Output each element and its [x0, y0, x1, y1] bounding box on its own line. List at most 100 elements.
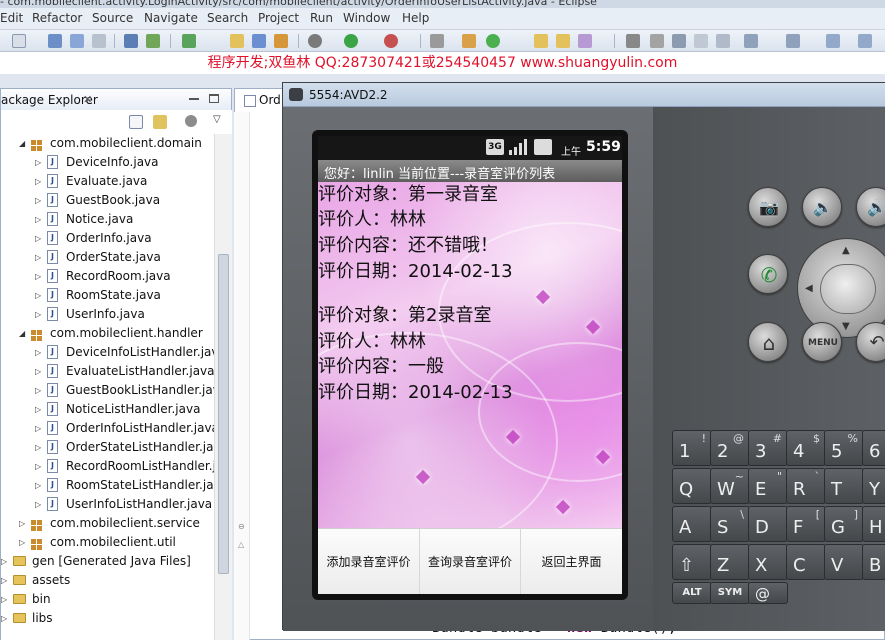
forward-icon[interactable]: [858, 34, 872, 48]
keyboard-key[interactable]: W ~: [710, 468, 750, 504]
expand-arrow-icon[interactable]: ▷: [1, 590, 7, 609]
volume-up-button[interactable]: 🔊: [856, 187, 885, 227]
save-icon[interactable]: [48, 34, 62, 48]
menu-edit[interactable]: Edit: [0, 11, 23, 25]
expand-arrow-icon[interactable]: ▷: [1, 571, 7, 590]
expand-arrow-icon[interactable]: ▷: [35, 381, 41, 400]
keyboard-key[interactable]: S \: [710, 506, 750, 542]
keyboard-key[interactable]: V: [824, 544, 864, 580]
dpad-up-icon[interactable]: ▲: [842, 245, 850, 256]
expand-arrow-icon[interactable]: ▷: [35, 419, 41, 438]
expand-arrow-icon[interactable]: ▷: [19, 514, 25, 533]
keyboard-key[interactable]: F[: [786, 506, 826, 542]
collapse-all-icon[interactable]: [129, 115, 143, 129]
back-to-main-button[interactable]: 返回主界面: [520, 529, 622, 594]
close-icon[interactable]: ✕: [83, 93, 92, 106]
volume-down-button[interactable]: 🔉: [802, 187, 842, 227]
keyboard-key[interactable]: Q: [672, 468, 712, 504]
refresh-icon[interactable]: [486, 34, 500, 48]
expand-arrow-icon[interactable]: ▷: [35, 362, 41, 381]
camera-button[interactable]: 📷: [748, 187, 788, 227]
save-all-icon[interactable]: [70, 34, 84, 48]
next-annotation-icon[interactable]: [744, 34, 758, 48]
prev-annotation-icon[interactable]: [786, 34, 800, 48]
open-perspective-icon[interactable]: [462, 34, 476, 48]
expand-arrow-icon[interactable]: ▷: [35, 457, 41, 476]
brush-icon[interactable]: [578, 34, 592, 48]
keyboard-key[interactable]: G]: [824, 506, 864, 542]
expand-arrow-icon[interactable]: ▷: [35, 305, 41, 324]
menu-search[interactable]: Search: [207, 11, 248, 25]
keyboard-key[interactable]: ALT: [672, 582, 712, 604]
expand-arrow-icon[interactable]: ▷: [35, 495, 41, 514]
keyboard-key[interactable]: ⇧: [672, 544, 712, 580]
expand-arrow-icon[interactable]: ▷: [35, 476, 41, 495]
keyboard-key[interactable]: B: [862, 544, 885, 580]
expand-arrow-icon[interactable]: ▷: [35, 286, 41, 305]
menu-project[interactable]: Project: [258, 11, 299, 25]
pin-icon[interactable]: [430, 34, 444, 48]
debug-icon[interactable]: [308, 34, 322, 48]
expand-arrow-icon[interactable]: ▷: [35, 400, 41, 419]
maximize-icon[interactable]: [209, 94, 219, 103]
dpad-down-icon[interactable]: ▼: [842, 321, 850, 332]
folder-icon[interactable]: [556, 34, 570, 48]
expand-arrow-icon[interactable]: ▷: [35, 191, 41, 210]
keyboard-key[interactable]: 4 $: [786, 430, 826, 466]
expand-arrow-icon[interactable]: ▷: [35, 153, 41, 172]
menu-button[interactable]: MENU: [802, 322, 842, 362]
scrollbar-thumb[interactable]: [218, 254, 229, 574]
keyboard-key[interactable]: T: [824, 468, 864, 504]
dpad-left-icon[interactable]: ◀: [805, 283, 813, 294]
chevron-down-icon[interactable]: ▽: [213, 114, 221, 125]
evaluation-list[interactable]: 评价对象：第一录音室 评价人：林林 评价内容：还不错哦！ 评价日期：2014-0…: [318, 182, 622, 552]
package-icon[interactable]: [274, 34, 288, 48]
keyboard-key[interactable]: 2 @: [710, 430, 750, 466]
keyboard-key[interactable]: A: [672, 506, 712, 542]
menu-window[interactable]: Window: [343, 11, 390, 25]
emulator-titlebar[interactable]: 5554:AVD2.2: [283, 83, 885, 107]
expand-arrow-icon[interactable]: ▷: [35, 267, 41, 286]
keyboard-key[interactable]: 1!: [672, 430, 712, 466]
minimize-icon[interactable]: [189, 97, 199, 100]
annotation-icon[interactable]: [626, 34, 640, 48]
keyboard-key[interactable]: X: [748, 544, 788, 580]
call-button[interactable]: ✆: [748, 254, 788, 294]
keyboard-key[interactable]: H<: [862, 506, 885, 542]
collapse-arrow-icon[interactable]: ◢: [19, 324, 25, 343]
expand-arrow-icon[interactable]: ▷: [35, 229, 41, 248]
keyboard-key[interactable]: Y: [862, 468, 885, 504]
open-type-icon[interactable]: [230, 34, 244, 48]
menu-navigate[interactable]: Navigate: [144, 11, 198, 25]
expand-arrow-icon[interactable]: ▷: [35, 438, 41, 457]
marker-icon[interactable]: [650, 34, 664, 48]
print-icon[interactable]: [92, 34, 106, 48]
fold-icon[interactable]: ⊖: [238, 522, 245, 531]
editor-tab[interactable]: Ord: [238, 90, 284, 110]
expand-arrow-icon[interactable]: ▷: [35, 210, 41, 229]
open-folder-icon[interactable]: [534, 34, 548, 48]
link-with-editor-icon[interactable]: [153, 115, 167, 129]
menu-refactor[interactable]: Refactor: [32, 11, 82, 25]
task-icon[interactable]: [182, 34, 196, 48]
new-icon[interactable]: [12, 34, 26, 48]
back-icon[interactable]: [826, 34, 840, 48]
expand-arrow-icon[interactable]: ▷: [1, 552, 7, 571]
expand-arrow-icon[interactable]: ▷: [1, 609, 7, 628]
keyboard-key[interactable]: @: [748, 582, 788, 604]
dpad-center-button[interactable]: [820, 264, 876, 314]
android-sdk-icon[interactable]: [146, 34, 160, 48]
page-icon[interactable]: [694, 34, 708, 48]
collapse-arrow-icon[interactable]: ◢: [19, 134, 25, 153]
keyboard-key[interactable]: C: [786, 544, 826, 580]
new-class-icon[interactable]: [252, 34, 266, 48]
menu-run[interactable]: Run: [310, 11, 333, 25]
keyboard-key[interactable]: R `: [786, 468, 826, 504]
add-evaluation-button[interactable]: 添加录音室评价: [318, 529, 419, 594]
package-explorer-scrollbar[interactable]: [214, 134, 232, 640]
keyboard-key[interactable]: D: [748, 506, 788, 542]
home-button[interactable]: ⌂: [748, 322, 788, 362]
fold-icon[interactable]: △: [238, 540, 244, 549]
back-button[interactable]: ↶: [856, 322, 885, 362]
expand-arrow-icon[interactable]: ▷: [19, 533, 25, 552]
